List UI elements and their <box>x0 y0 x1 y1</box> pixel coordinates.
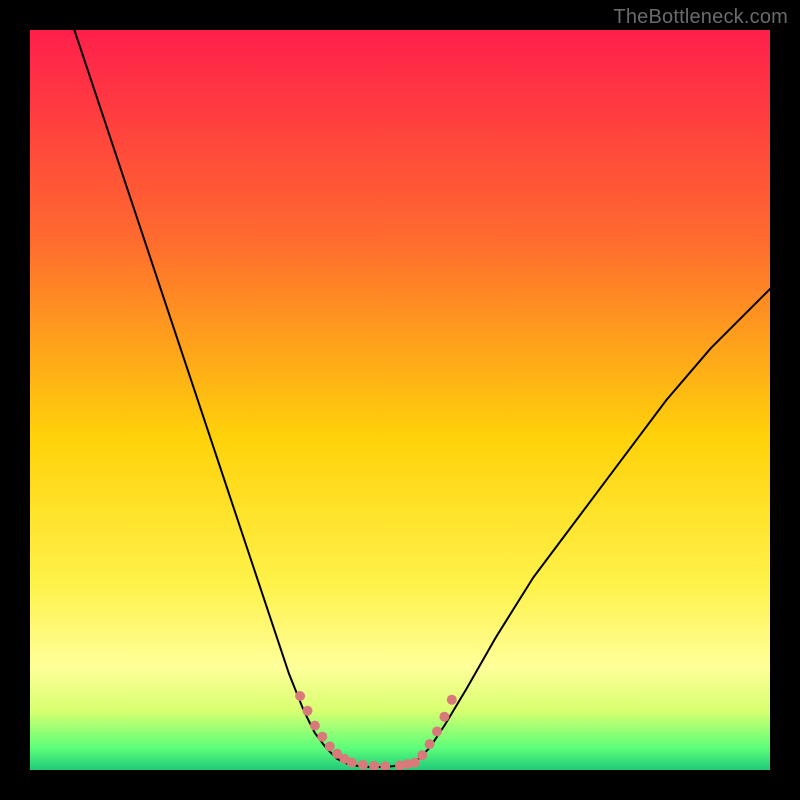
watermark-text: TheBottleneck.com <box>613 6 788 29</box>
plot-area <box>30 30 770 770</box>
gradient-background <box>30 30 770 770</box>
marker-dot <box>439 712 449 722</box>
marker-dot <box>347 758 357 768</box>
marker-dot <box>325 741 335 751</box>
marker-dot <box>317 732 327 742</box>
chart-svg <box>30 30 770 770</box>
marker-dot <box>295 691 305 701</box>
chart-stage: TheBottleneck.com <box>0 0 800 800</box>
marker-dot <box>432 727 442 737</box>
marker-dot <box>310 721 320 731</box>
marker-dot <box>303 706 313 716</box>
marker-dot <box>358 760 368 770</box>
marker-dot <box>425 739 435 749</box>
marker-dot <box>410 758 420 768</box>
marker-dot <box>447 695 457 705</box>
marker-dot <box>417 750 427 760</box>
